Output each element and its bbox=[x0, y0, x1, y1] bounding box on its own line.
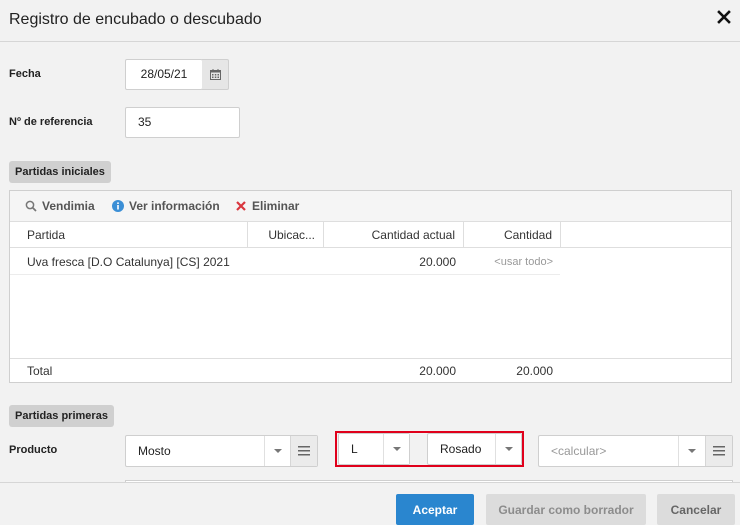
delete-icon bbox=[236, 201, 246, 211]
search-icon bbox=[25, 200, 37, 212]
calcular-menu-button[interactable] bbox=[705, 436, 732, 466]
partidas-iniciales-section-label: Partidas iniciales bbox=[9, 161, 111, 183]
producto-menu-button[interactable] bbox=[290, 436, 317, 466]
grid-toolbar: Vendimia Ver información Eliminar bbox=[10, 191, 731, 222]
dialog-footer: Aceptar Guardar como borrador Cancelar bbox=[0, 482, 740, 525]
total-cantidad: 20.000 bbox=[516, 364, 553, 378]
column-header-partida[interactable]: Partida bbox=[10, 222, 248, 248]
ver-informacion-label: Ver información bbox=[129, 199, 220, 213]
close-button[interactable] bbox=[716, 9, 732, 25]
close-icon bbox=[717, 10, 731, 24]
dialog-header: Registro de encubado o descubado bbox=[0, 0, 740, 42]
cell-cantidad-input[interactable]: <usar todo> bbox=[464, 249, 561, 275]
producto-label: Producto bbox=[9, 444, 58, 456]
referencia-label: Nº de referencia bbox=[9, 116, 93, 128]
column-header-cantidad-actual[interactable]: Cantidad actual bbox=[324, 222, 464, 248]
partidas-primeras-section-label: Partidas primeras bbox=[9, 405, 114, 427]
table-row[interactable]: Uva fresca [D.O Catalunya] [CS] 2021 20.… bbox=[10, 249, 560, 275]
cell-cantidad-actual: 20.000 bbox=[419, 255, 456, 269]
partidas-iniciales-grid: Vendimia Ver información Eliminar Partid… bbox=[9, 190, 732, 383]
menu-icon bbox=[298, 446, 310, 456]
ver-informacion-button[interactable]: Ver información bbox=[112, 199, 220, 213]
dialog-title: Registro de encubado o descubado bbox=[9, 11, 262, 28]
vendimia-label: Vendimia bbox=[42, 199, 95, 213]
date-picker-button[interactable] bbox=[202, 59, 229, 90]
column-header-ubicacion[interactable]: Ubicac... bbox=[248, 222, 324, 248]
producto-value: Mosto bbox=[138, 444, 171, 458]
chevron-down-icon bbox=[273, 449, 282, 453]
aceptar-button[interactable]: Aceptar bbox=[396, 494, 474, 525]
column-header-cantidad[interactable]: Cantidad bbox=[464, 222, 561, 248]
chevron-down-icon bbox=[687, 449, 696, 453]
calendar-icon bbox=[209, 69, 221, 80]
calcular-placeholder: <calcular> bbox=[551, 444, 607, 458]
fecha-input[interactable]: 28/05/21 bbox=[125, 59, 203, 90]
referencia-input[interactable]: 35 bbox=[125, 107, 240, 138]
highlight-frame bbox=[335, 431, 524, 467]
info-icon bbox=[112, 200, 124, 212]
cell-ubicacion bbox=[248, 249, 324, 275]
producto-select[interactable]: Mosto bbox=[125, 435, 318, 467]
cell-partida: Uva fresca [D.O Catalunya] [CS] 2021 bbox=[27, 255, 230, 269]
total-label: Total bbox=[27, 364, 53, 378]
calcular-dropdown-button[interactable] bbox=[678, 436, 704, 466]
total-cantidad-actual: 20.000 bbox=[419, 364, 456, 378]
calcular-select[interactable]: <calcular> bbox=[538, 435, 733, 467]
vendimia-button[interactable]: Vendimia bbox=[25, 199, 95, 213]
producto-dropdown-button[interactable] bbox=[264, 436, 290, 466]
fecha-label: Fecha bbox=[9, 68, 41, 80]
grid-header: Partida Ubicac... Cantidad actual Cantid… bbox=[10, 222, 731, 248]
cancelar-button[interactable]: Cancelar bbox=[657, 494, 735, 525]
eliminar-button[interactable]: Eliminar bbox=[235, 199, 299, 213]
menu-icon bbox=[713, 446, 725, 456]
eliminar-label: Eliminar bbox=[252, 199, 300, 213]
guardar-borrador-button[interactable]: Guardar como borrador bbox=[486, 494, 646, 525]
grid-total-row: Total 20.000 20.000 bbox=[10, 358, 731, 382]
